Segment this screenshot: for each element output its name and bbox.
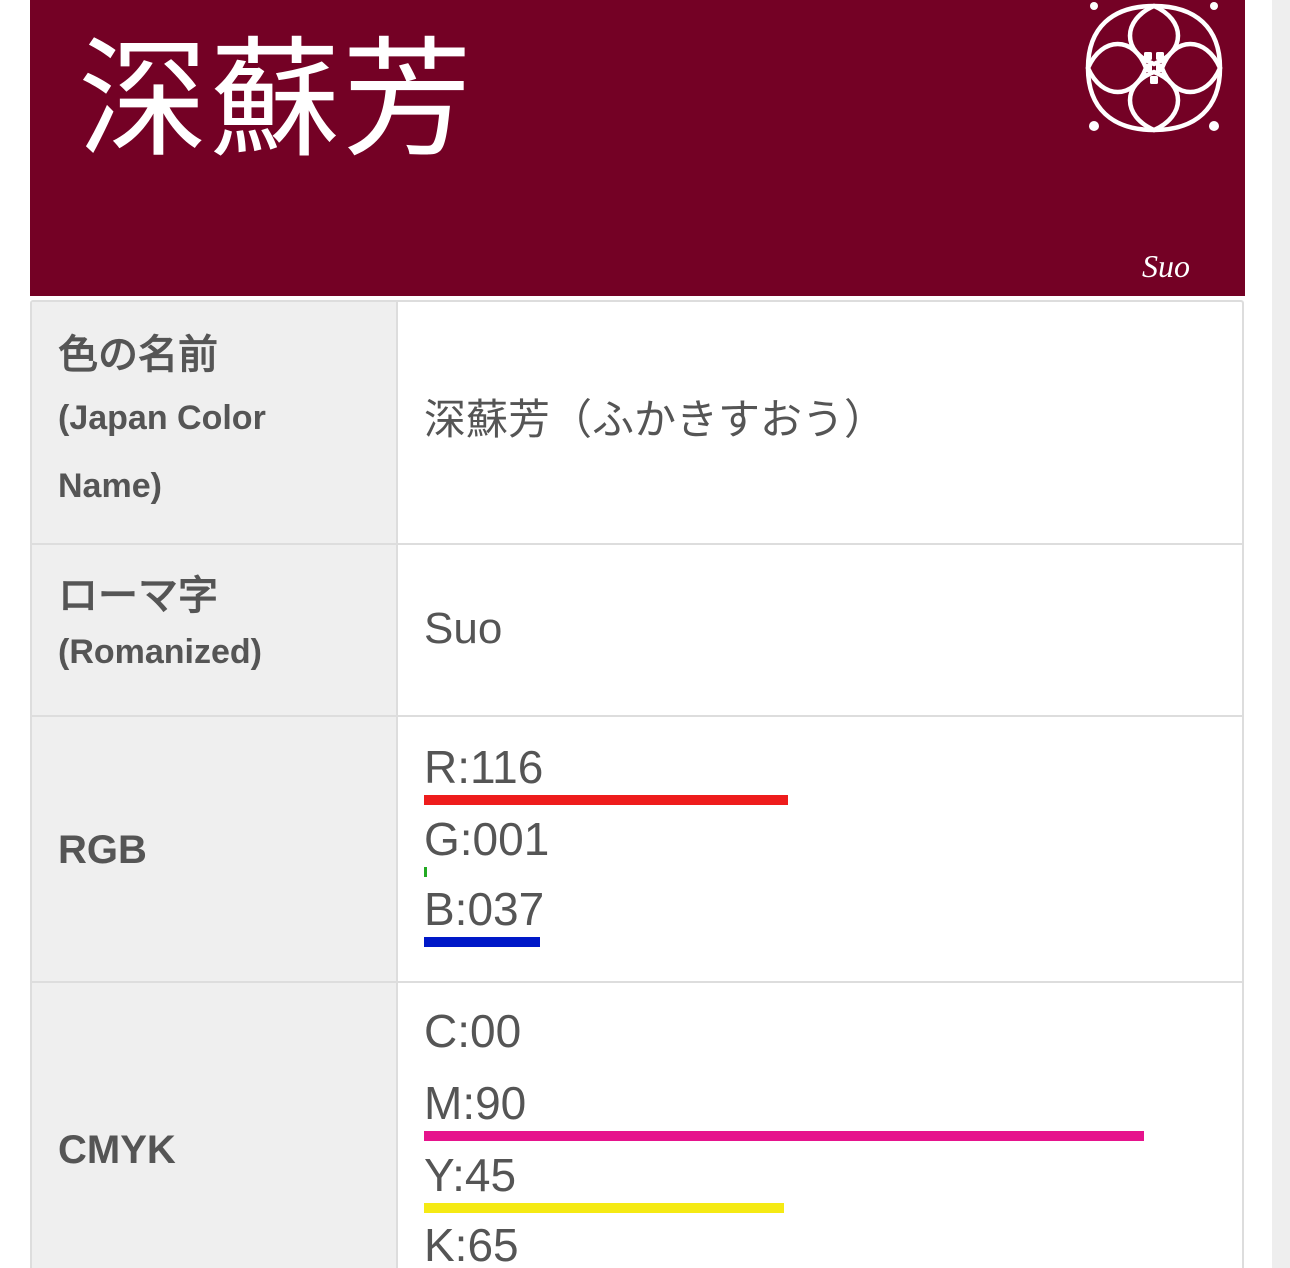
label-rgb: RGB bbox=[58, 828, 147, 872]
scrollbar-track[interactable] bbox=[1272, 0, 1290, 1268]
table-row-cmyk: CMYK C:00 M:90 Y:45 K:65 bbox=[32, 983, 1242, 1268]
label-cell-cmyk: CMYK bbox=[32, 983, 398, 1268]
cmyk-m-bar bbox=[424, 1131, 1144, 1141]
value-cell-color-name: 深蘇芳（ふかきすおう） bbox=[398, 302, 1242, 543]
label-color-name-en: (Japan Color Name) bbox=[58, 399, 266, 505]
table-row-color-name: 色の名前 (Japan Color Name) 深蘇芳（ふかきすおう） bbox=[32, 302, 1242, 545]
rgb-r-value: R:116 bbox=[424, 741, 544, 793]
label-color-name-ja: 色の名前 bbox=[58, 332, 218, 378]
label-cmyk: CMYK bbox=[58, 1128, 176, 1172]
value-cell-romanized: Suo bbox=[398, 545, 1242, 715]
value-cell-cmyk: C:00 M:90 Y:45 K:65 bbox=[398, 983, 1242, 1268]
cmyk-y-bar bbox=[424, 1203, 784, 1213]
label-cell-color-name: 色の名前 (Japan Color Name) bbox=[32, 302, 398, 543]
table-row-romanized: ローマ字 (Romanized) Suo bbox=[32, 545, 1242, 717]
label-romanized-ja: ローマ字 bbox=[58, 573, 218, 619]
rgb-b-value: B:037 bbox=[424, 883, 545, 935]
label-cell-rgb: RGB bbox=[32, 717, 398, 981]
table-row-rgb: RGB R:116 G:001 B:037 bbox=[32, 717, 1242, 983]
page: 深蘇芳 Suo 色の名前 (Japan Color Name) 深蘇芳（ふかきす… bbox=[0, 0, 1290, 1268]
color-banner: 深蘇芳 Suo bbox=[30, 0, 1245, 296]
cmyk-y-value: Y:45 bbox=[424, 1149, 517, 1201]
shippo-crest-icon bbox=[1085, 2, 1223, 133]
value-romanized: Suo bbox=[424, 604, 503, 653]
rgb-g-value: G:001 bbox=[424, 813, 550, 865]
value-color-name: 深蘇芳（ふかきすおう） bbox=[424, 395, 887, 444]
cmyk-m-value: M:90 bbox=[424, 1077, 527, 1129]
cmyk-k-value: K:65 bbox=[424, 1219, 519, 1268]
color-info-table: 色の名前 (Japan Color Name) 深蘇芳（ふかきすおう） ローマ字… bbox=[30, 300, 1244, 1268]
cmyk-c-value: C:00 bbox=[424, 1005, 522, 1057]
banner-romanized-name: Suo bbox=[1142, 248, 1190, 284]
banner-title: 深蘇芳 bbox=[78, 24, 475, 176]
rgb-b-bar bbox=[424, 937, 540, 947]
rgb-g-bar bbox=[424, 867, 427, 877]
label-cell-romanized: ローマ字 (Romanized) bbox=[32, 545, 398, 715]
label-romanized-en: (Romanized) bbox=[58, 633, 262, 671]
rgb-r-bar bbox=[424, 795, 788, 805]
value-cell-rgb: R:116 G:001 B:037 bbox=[398, 717, 1242, 981]
